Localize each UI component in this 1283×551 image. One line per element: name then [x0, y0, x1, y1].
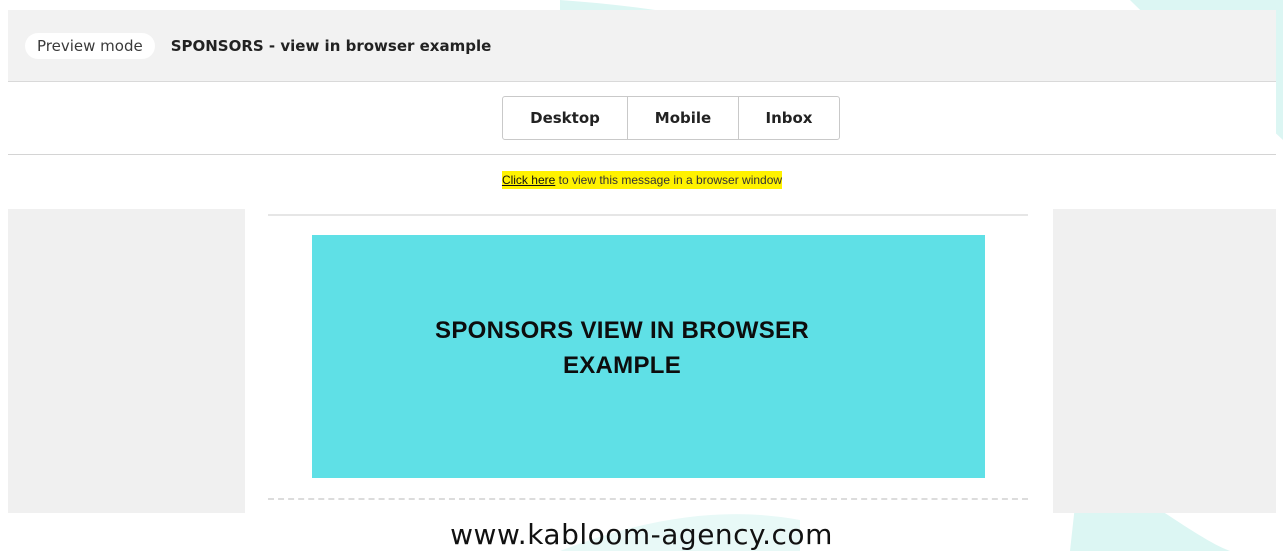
email-bottom-divider [268, 498, 1028, 500]
agency-watermark: www.kabloom-agency.com [450, 518, 833, 551]
preview-frame: Preview mode SPONSORS - view in browser … [8, 10, 1276, 513]
page: Preview mode SPONSORS - view in browser … [0, 0, 1283, 551]
banner-heading: SPONSORS VIEW IN BROWSER EXAMPLE [312, 313, 932, 383]
email-top-divider [268, 214, 1028, 216]
top-bar: Preview mode SPONSORS - view in browser … [8, 10, 1276, 82]
view-toolbar: Desktop Mobile Inbox [8, 82, 1276, 155]
banner-heading-line-2: EXAMPLE [562, 352, 682, 379]
view-switcher: Desktop Mobile Inbox [502, 96, 840, 140]
tab-inbox[interactable]: Inbox [739, 97, 839, 139]
banner-heading-line-1: SPONSORS VIEW IN BROWSER [435, 317, 809, 344]
click-here-link[interactable]: Click here [502, 173, 555, 187]
email-body: SPONSORS VIEW IN BROWSER EXAMPLE [245, 209, 1053, 513]
preview-mode-pill: Preview mode [25, 32, 155, 59]
campaign-title: SPONSORS - view in browser example [170, 36, 492, 55]
email-preview-area: SPONSORS VIEW IN BROWSER EXAMPLE [8, 209, 1276, 513]
preview-gutter-right [1053, 209, 1276, 513]
highlighted-browser-notice: Click here to view this message in a bro… [501, 171, 783, 189]
preview-gutter-left [8, 209, 245, 513]
view-in-browser-line: Click here to view this message in a bro… [8, 171, 1276, 189]
tab-mobile[interactable]: Mobile [628, 97, 739, 139]
header-banner: SPONSORS VIEW IN BROWSER EXAMPLE [312, 235, 985, 478]
tab-desktop[interactable]: Desktop [503, 97, 628, 139]
browser-notice-text: to view this message in a browser window [555, 173, 783, 187]
